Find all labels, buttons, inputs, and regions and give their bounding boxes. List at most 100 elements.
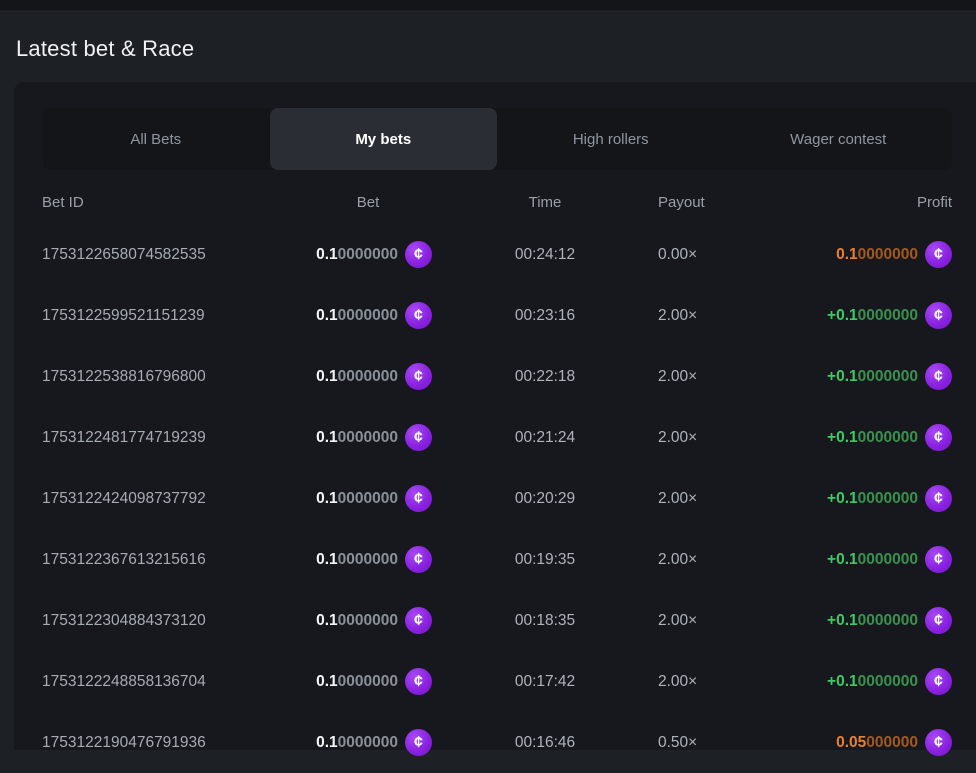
profit-amount: +0.10000000 ¢ [694,302,952,329]
bet-amount-value: 0.10000000 [316,673,398,691]
tab-my-bets[interactable]: My bets [270,108,498,170]
tab-high-rollers[interactable]: High rollers [497,108,725,170]
currency-coin-icon: ¢ [405,668,432,695]
currency-coin-icon: ¢ [925,241,952,268]
profit-amount-value: +0.10000000 [827,490,918,508]
bet-time-value: 00:21:24 [432,429,658,447]
tabs: All Bets My bets High rollers Wager cont… [42,108,952,170]
bet-amount-value: 0.10000000 [316,307,398,325]
bet-time-value: 00:19:35 [432,551,658,569]
bet-amount-value: 0.10000000 [316,490,398,508]
column-header-bet: Bet [304,194,432,211]
profit-amount-value: +0.10000000 [827,673,918,691]
currency-coin-icon: ¢ [925,302,952,329]
profit-amount: +0.10000000 ¢ [694,668,952,695]
bet-amount: 0.10000000 ¢ [304,363,432,390]
table-row[interactable]: 1753122190476791936 0.10000000 ¢ 00:16:4… [42,712,952,773]
table-header-row: Bet ID Bet Time Payout Profit [42,180,952,224]
currency-coin-icon: ¢ [405,241,432,268]
profit-amount: +0.10000000 ¢ [694,424,952,451]
currency-coin-icon: ¢ [405,363,432,390]
profit-amount-value: 0.05000000 [836,734,918,752]
currency-coin-icon: ¢ [925,363,952,390]
bet-id-value: 1753122304884373120 [42,612,304,630]
bet-id-value: 1753122190476791936 [42,734,304,752]
bet-id-value: 1753122658074582535 [42,246,304,264]
tab-label: High rollers [573,131,649,148]
column-header-time: Time [432,194,658,211]
currency-coin-icon: ¢ [405,424,432,451]
table-row[interactable]: 1753122248858136704 0.10000000 ¢ 00:17:4… [42,651,952,712]
bet-time-value: 00:17:42 [432,673,658,691]
bet-time-value: 00:23:16 [432,307,658,325]
bet-amount: 0.10000000 ¢ [304,668,432,695]
bet-time-value: 00:24:12 [432,246,658,264]
currency-coin-icon: ¢ [405,302,432,329]
currency-coin-icon: ¢ [405,729,432,756]
section-header: Latest bet & Race [0,10,976,82]
column-header-profit: Profit [694,194,952,211]
currency-coin-icon: ¢ [925,729,952,756]
bet-amount: 0.10000000 ¢ [304,424,432,451]
currency-coin-icon: ¢ [405,607,432,634]
bet-amount-value: 0.10000000 [316,551,398,569]
payout-multiplier-value: 0.00× [658,246,694,264]
bet-time-value: 00:16:46 [432,734,658,752]
currency-coin-icon: ¢ [405,546,432,573]
payout-multiplier-value: 2.00× [658,490,694,508]
currency-coin-icon: ¢ [925,607,952,634]
bet-amount-value: 0.10000000 [316,612,398,630]
bet-time-value: 00:20:29 [432,490,658,508]
profit-amount: 0.10000000 ¢ [694,241,952,268]
tab-wager-contest[interactable]: Wager contest [725,108,953,170]
bet-amount-value: 0.10000000 [316,368,398,386]
bet-amount: 0.10000000 ¢ [304,729,432,756]
bet-amount-value: 0.10000000 [316,734,398,752]
bet-id-value: 1753122538816796800 [42,368,304,386]
profit-amount-value: 0.10000000 [836,246,918,264]
table-row[interactable]: 1753122658074582535 0.10000000 ¢ 00:24:1… [42,224,952,285]
bet-id-value: 1753122424098737792 [42,490,304,508]
bet-time-value: 00:22:18 [432,368,658,386]
tab-all-bets[interactable]: All Bets [42,108,270,170]
currency-coin-icon: ¢ [925,424,952,451]
payout-multiplier-value: 0.50× [658,734,694,752]
top-section-divider [0,0,976,10]
bet-amount: 0.10000000 ¢ [304,607,432,634]
table-row[interactable]: 1753122367613215616 0.10000000 ¢ 00:19:3… [42,529,952,590]
profit-amount-value: +0.10000000 [827,368,918,386]
currency-coin-icon: ¢ [925,485,952,512]
bets-panel: All Bets My bets High rollers Wager cont… [14,82,976,750]
table-row[interactable]: 1753122599521151239 0.10000000 ¢ 00:23:1… [42,285,952,346]
table-row[interactable]: 1753122481774719239 0.10000000 ¢ 00:21:2… [42,407,952,468]
profit-amount-value: +0.10000000 [827,551,918,569]
bet-amount: 0.10000000 ¢ [304,485,432,512]
bet-id-value: 1753122367613215616 [42,551,304,569]
bet-amount-value: 0.10000000 [316,246,398,264]
payout-multiplier-value: 2.00× [658,551,694,569]
bet-amount: 0.10000000 ¢ [304,241,432,268]
profit-amount-value: +0.10000000 [827,429,918,447]
payout-multiplier-value: 2.00× [658,612,694,630]
bet-id-value: 1753122599521151239 [42,307,304,325]
payout-multiplier-value: 2.00× [658,307,694,325]
table-row[interactable]: 1753122538816796800 0.10000000 ¢ 00:22:1… [42,346,952,407]
page-title: Latest bet & Race [16,36,960,62]
tab-label: Wager contest [790,131,886,148]
table-row[interactable]: 1753122304884373120 0.10000000 ¢ 00:18:3… [42,590,952,651]
currency-coin-icon: ¢ [925,668,952,695]
column-header-payout: Payout [658,194,694,211]
profit-amount-value: +0.10000000 [827,307,918,325]
bet-amount-value: 0.10000000 [316,429,398,447]
profit-amount-value: +0.10000000 [827,612,918,630]
profit-amount: +0.10000000 ¢ [694,363,952,390]
payout-multiplier-value: 2.00× [658,429,694,447]
profit-amount: 0.05000000 ¢ [694,729,952,756]
bet-time-value: 00:18:35 [432,612,658,630]
table-body: 1753122658074582535 0.10000000 ¢ 00:24:1… [42,224,952,773]
currency-coin-icon: ¢ [925,546,952,573]
bet-amount: 0.10000000 ¢ [304,302,432,329]
profit-amount: +0.10000000 ¢ [694,607,952,634]
profit-amount: +0.10000000 ¢ [694,546,952,573]
table-row[interactable]: 1753122424098737792 0.10000000 ¢ 00:20:2… [42,468,952,529]
